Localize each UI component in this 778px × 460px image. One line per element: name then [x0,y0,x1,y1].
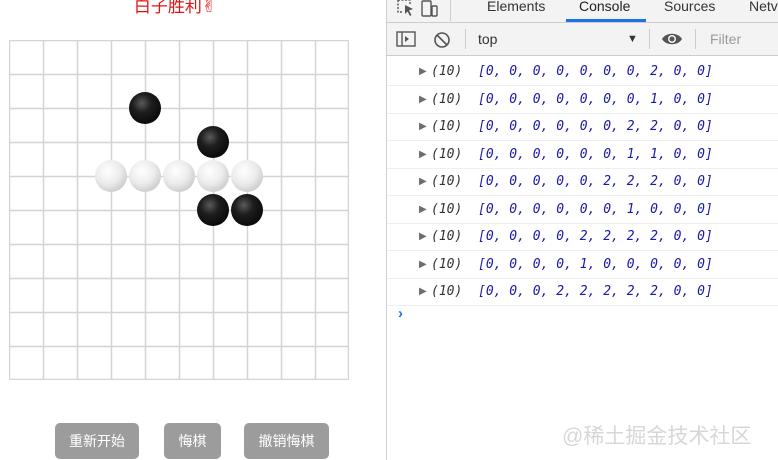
array-length: (10) [431,229,463,244]
console-log-row[interactable]: ▶ (10) [0, 0, 0, 0, 2, 2, 2, 2, 0, 0] [387,223,778,251]
array-length: (10) [431,119,463,134]
expand-arrow-icon[interactable]: ▶ [419,251,427,278]
array-value: [0, 0, 0, 0, 0, 0, 1, 0, 0, 0] [478,201,713,217]
white-stone [95,160,127,192]
undo-button[interactable]: 悔棋 [164,423,221,459]
console-log-row[interactable]: ▶ (10) [0, 0, 0, 0, 0, 0, 1, 0, 0, 0] [387,196,778,224]
array-value: [0, 0, 0, 0, 0, 2, 2, 2, 0, 0] [478,174,713,189]
console-log-row[interactable]: ▶ (10) [0, 0, 0, 0, 0, 0, 2, 2, 0, 0] [387,113,778,141]
gomoku-board[interactable] [9,40,349,380]
watermark: @稀土掘金技术社区 [562,425,752,448]
device-toolbar-icon[interactable] [419,0,441,18]
array-value: [0, 0, 0, 0, 1, 0, 0, 0, 0, 0] [478,256,713,272]
tab-network[interactable]: Netv [749,0,778,16]
inspect-element-icon[interactable] [395,0,417,18]
active-tab-indicator [566,19,646,22]
array-value: [0, 0, 0, 0, 0, 0, 1, 1, 0, 0] [478,146,713,162]
array-value: [0, 0, 0, 0, 0, 0, 0, 1, 0, 0] [478,91,713,107]
array-length: (10) [431,256,463,272]
console-log-row[interactable]: ▶ (10) [0, 0, 0, 0, 0, 0, 0, 1, 0, 0] [387,86,778,114]
tab-sources[interactable]: Sources [664,0,715,16]
array-length: (10) [431,146,463,162]
console-log-row[interactable]: ▶ (10) [0, 0, 0, 0, 0, 0, 0, 2, 0, 0] [387,58,778,86]
white-stone [163,160,195,192]
black-stone [231,194,263,226]
array-value: [0, 0, 0, 2, 2, 2, 2, 2, 0, 0] [478,284,713,299]
clear-console-icon[interactable] [433,31,451,49]
tab-elements[interactable]: Elements [487,0,545,16]
console-toolbar: top ▼ Filter [387,23,778,56]
filter-input[interactable]: Filter [710,23,741,55]
console-log-row[interactable]: ▶ (10) [0, 0, 0, 0, 1, 0, 0, 0, 0, 0] [387,251,778,279]
black-stone [197,194,229,226]
game-controls: 重新开始 悔棋 撤销悔棋 [0,423,386,459]
game-panel: 白子胜利✌ 重新开始 悔棋 撤销悔棋 [0,0,386,460]
white-stone [231,160,263,192]
toolbar-divider [695,29,696,49]
tabbar-divider [450,0,451,21]
white-stone [129,160,161,192]
array-length: (10) [431,201,463,217]
array-value: [0, 0, 0, 0, 2, 2, 2, 2, 0, 0] [478,229,713,244]
tab-console[interactable]: Console [579,0,630,16]
console-log-row[interactable]: ▶ (10) [0, 0, 0, 0, 0, 0, 1, 1, 0, 0] [387,141,778,169]
board-grid [9,40,349,380]
toolbar-divider [465,29,466,49]
expand-arrow-icon[interactable]: ▶ [419,196,427,223]
context-dropdown-arrow-icon[interactable]: ▼ [627,23,638,55]
cancel-undo-button[interactable]: 撤销悔棋 [244,423,329,459]
console-prompt-icon[interactable]: › [398,305,403,322]
black-stone [129,92,161,124]
eye-icon[interactable] [661,31,683,47]
expand-arrow-icon[interactable]: ▶ [419,58,427,85]
array-length: (10) [431,284,463,299]
white-stone [197,160,229,192]
context-selector[interactable]: top [478,23,497,55]
array-length: (10) [431,91,463,107]
devtools-tabbar: Elements Console Sources Netv [387,0,778,23]
expand-arrow-icon[interactable]: ▶ [419,113,427,140]
game-result-title: 白子胜利✌ [133,0,217,16]
array-value: [0, 0, 0, 0, 0, 0, 2, 2, 0, 0] [478,119,713,134]
devtools-panel: Elements Console Sources Netv top ▼ Filt… [386,0,778,460]
expand-arrow-icon[interactable]: ▶ [419,223,427,250]
console-log-row[interactable]: ▶ (10) [0, 0, 0, 0, 0, 2, 2, 2, 0, 0] [387,168,778,196]
array-value: [0, 0, 0, 0, 0, 0, 0, 2, 0, 0] [478,64,713,79]
black-stone [197,126,229,158]
expand-arrow-icon[interactable]: ▶ [419,141,427,168]
console-log-row[interactable]: ▶ (10) [0, 0, 0, 2, 2, 2, 2, 2, 0, 0] [387,278,778,306]
expand-arrow-icon[interactable]: ▶ [419,86,427,113]
expand-arrow-icon[interactable]: ▶ [419,168,427,195]
restart-button[interactable]: 重新开始 [55,423,139,459]
sidebar-toggle-icon[interactable] [396,31,416,47]
toolbar-divider [649,29,650,49]
array-length: (10) [431,64,463,79]
array-length: (10) [431,174,463,189]
expand-arrow-icon[interactable]: ▶ [419,278,427,305]
